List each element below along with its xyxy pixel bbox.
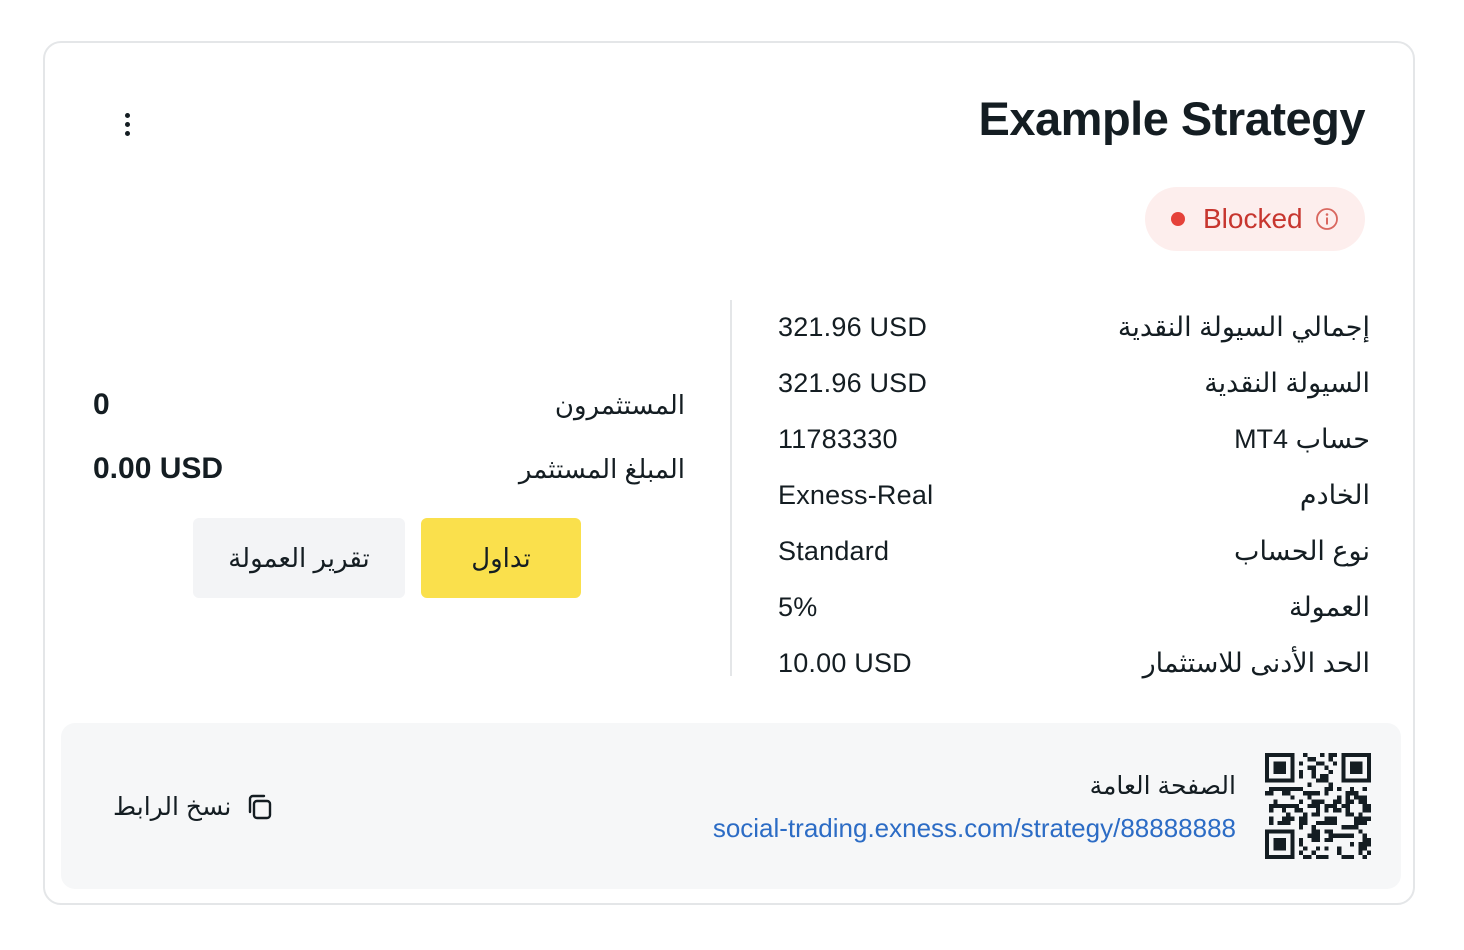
investors-label: المستثمرون <box>554 389 685 420</box>
stat-value: 321.96 USD <box>778 311 928 342</box>
stat-value: Exness-Real <box>778 479 934 510</box>
investors-row: 0 المستثمرون <box>93 373 685 437</box>
stat-row-mt4-account: 11783330 حساب MT4 <box>778 411 1370 467</box>
copy-link-label: نسخ الرابط <box>113 793 232 821</box>
stat-label: نوع الحساب <box>1234 535 1370 566</box>
stat-label: إجمالي السيولة النقدية <box>1117 311 1370 342</box>
stat-value: 11783330 <box>778 423 898 454</box>
stat-value: 5% <box>778 591 818 622</box>
stat-row-equity: 321.96 USD السيولة النقدية <box>778 355 1370 411</box>
stat-row-server: Exness-Real الخادم <box>778 467 1370 523</box>
stat-row-min-investment: 10.00 USD الحد الأدنى للاستثمار <box>778 635 1370 691</box>
stat-label: حساب MT4 <box>1234 423 1370 454</box>
status-dot-icon <box>1171 212 1185 226</box>
public-page-label: الصفحة العامة <box>1089 772 1236 800</box>
stat-row-account-type: Standard نوع الحساب <box>778 523 1370 579</box>
account-stats: 321.96 USD إجمالي السيولة النقدية 321.96… <box>778 299 1370 691</box>
copy-link-button[interactable]: نسخ الرابط <box>113 789 275 825</box>
stat-value: 10.00 USD <box>778 647 912 678</box>
info-icon[interactable] <box>1315 207 1339 231</box>
stat-label: العمولة <box>1288 591 1370 622</box>
stat-value: Standard <box>778 535 890 566</box>
stat-label: السيولة النقدية <box>1204 367 1370 398</box>
copy-icon <box>245 792 275 822</box>
stat-row-total-equity: 321.96 USD إجمالي السيولة النقدية <box>778 299 1370 355</box>
qr-code <box>1265 753 1371 859</box>
stat-label: الخادم <box>1299 479 1370 510</box>
public-page-footer: نسخ الرابط الصفحة العامة social-trading.… <box>61 723 1401 889</box>
strategy-title: Example Strategy <box>978 92 1366 145</box>
invested-row: 0.00 USD المبلغ المستثمر <box>93 437 685 501</box>
investment-summary: 0 المستثمرون 0.00 USD المبلغ المستثمر <box>93 373 685 501</box>
status-label: Blocked <box>1203 203 1303 234</box>
stat-row-commission: 5% العمولة <box>778 579 1370 635</box>
stat-label: الحد الأدنى للاستثمار <box>1142 647 1370 678</box>
status-badge: Blocked <box>1145 187 1365 251</box>
public-page-link[interactable]: social-trading.exness.com/strategy/88888… <box>713 813 1236 844</box>
commission-report-button[interactable]: تقرير العمولة <box>193 518 405 598</box>
strategy-card: Example Strategy Blocked 321.96 USD إجما… <box>43 41 1415 905</box>
stat-value: 321.96 USD <box>778 367 928 398</box>
more-options-icon[interactable] <box>109 103 145 145</box>
vertical-divider <box>730 300 732 676</box>
invested-value: 0.00 USD <box>93 452 224 485</box>
trade-button[interactable]: تداول <box>421 518 581 598</box>
invested-label: المبلغ المستثمر <box>518 453 685 484</box>
investors-value: 0 <box>93 388 110 421</box>
